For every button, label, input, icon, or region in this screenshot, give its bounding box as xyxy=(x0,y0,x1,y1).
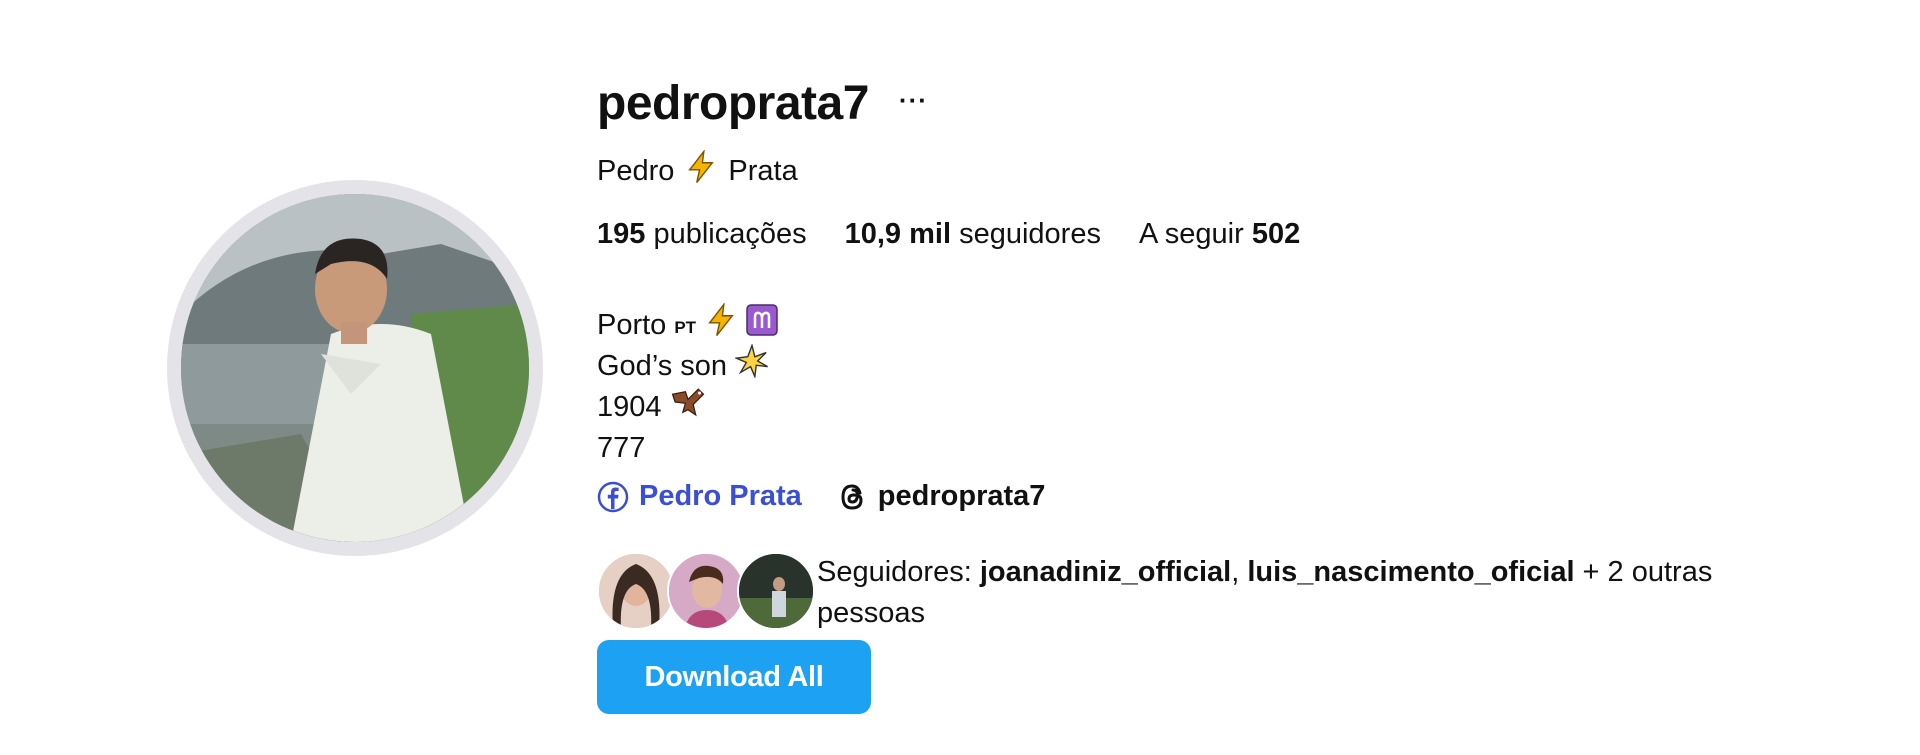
download-all-button[interactable]: Download All xyxy=(597,640,871,714)
threads-link[interactable]: pedroprata7 xyxy=(838,480,1046,513)
profile-stats: 195 publicações 10,9 mil seguidores A se… xyxy=(597,218,1338,251)
followed-by-text: Seguidores: joanadiniz_official, luis_na… xyxy=(817,552,1797,634)
separator: , xyxy=(1231,556,1248,588)
eagle-emoji-icon xyxy=(670,385,706,431)
flag-label: PT xyxy=(674,318,697,337)
follower-avatars xyxy=(597,552,815,630)
lightning-emoji-icon xyxy=(684,148,718,192)
username-row: pedroprata7 ··· xyxy=(597,68,928,138)
followed-by-prefix: Seguidores: xyxy=(817,556,980,588)
facebook-link[interactable]: Pedro Prata xyxy=(597,480,802,513)
bio-line: 1904 xyxy=(597,387,778,428)
bio-year: 1904 xyxy=(597,391,662,423)
following-count: 502 xyxy=(1251,218,1301,250)
followed-by[interactable]: Seguidores: joanadiniz_official, luis_na… xyxy=(597,552,1797,634)
following-stat[interactable]: A seguir 502 xyxy=(1139,218,1300,251)
threads-icon xyxy=(841,483,863,510)
facebook-icon xyxy=(597,481,629,512)
threads-link-label: pedroprata7 xyxy=(877,480,1046,512)
profile-links: Pedro Prata pedroprata7 xyxy=(597,480,1045,513)
facebook-link-label: Pedro Prata xyxy=(639,480,802,512)
posts-count: 195 xyxy=(597,218,646,250)
followers-stat[interactable]: 10,9 mil seguidores xyxy=(845,218,1101,251)
bio-number: 777 xyxy=(597,432,646,464)
bio-line: 777 xyxy=(597,428,778,469)
full-name: Pedro Prata xyxy=(597,148,798,192)
aries-emoji-icon xyxy=(746,303,778,348)
bio-line: Porto PT xyxy=(597,301,778,349)
username: pedroprata7 xyxy=(597,76,869,130)
follower-avatar xyxy=(737,552,815,630)
followers-label: seguidores xyxy=(959,218,1101,250)
follower-username[interactable]: luis_nascimento_oficial xyxy=(1247,556,1574,588)
last-name: Prata xyxy=(728,154,798,187)
followers-count: 10,9 mil xyxy=(844,218,952,250)
follower-avatar xyxy=(597,552,675,630)
bio-location: Porto xyxy=(597,309,667,341)
lightning-emoji-icon xyxy=(704,301,738,349)
bio: Porto PT God’s son 1904 777 xyxy=(597,301,778,469)
profile-avatar[interactable] xyxy=(181,194,529,542)
more-icon[interactable]: ··· xyxy=(899,85,928,116)
bio-text: God’s son xyxy=(597,350,728,382)
follower-avatar xyxy=(667,552,745,630)
following-label: A seguir xyxy=(1138,218,1244,250)
sparkle-emoji-icon xyxy=(733,342,769,390)
posts-stat[interactable]: 195 publicações xyxy=(597,218,807,251)
follower-username[interactable]: joanadiniz_official xyxy=(980,556,1231,588)
first-name: Pedro xyxy=(597,154,675,187)
posts-label: publicações xyxy=(653,218,807,250)
bio-line: God’s son xyxy=(597,342,778,390)
